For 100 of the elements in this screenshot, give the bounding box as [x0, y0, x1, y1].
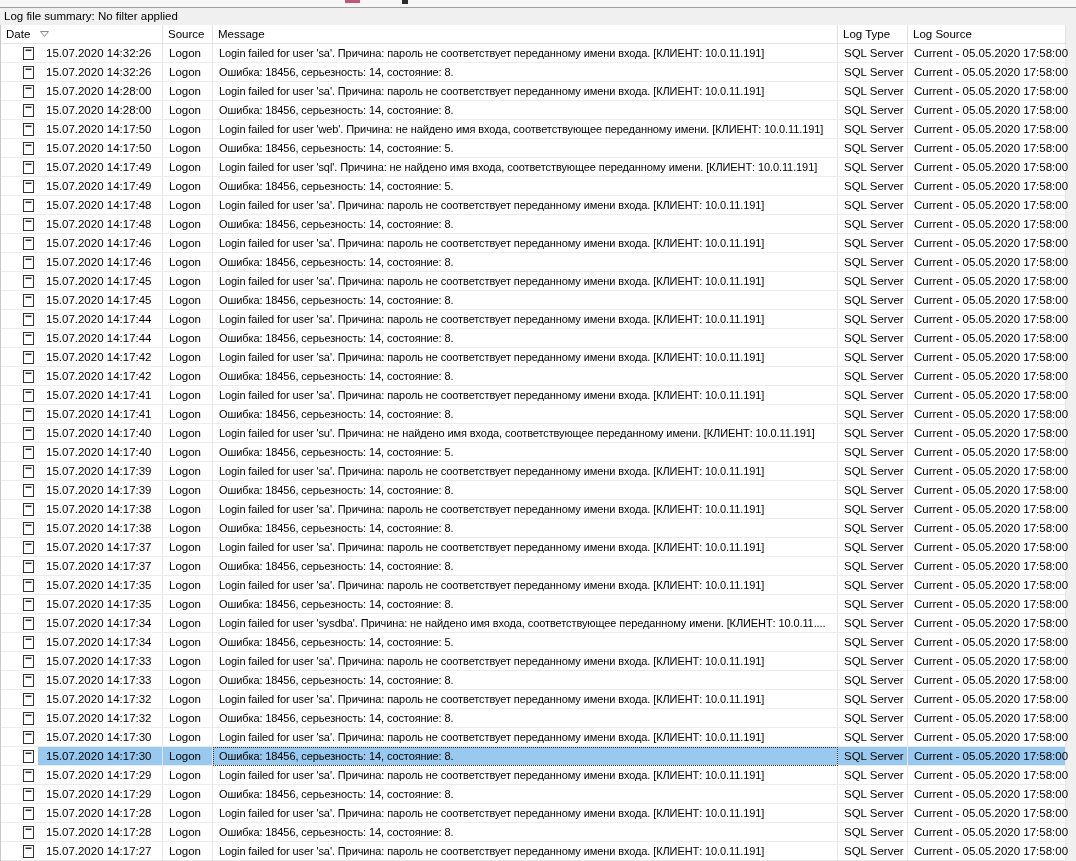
table-row[interactable]: 15.07.2020 14:17:37 Logon Login failed for user 'sa'. Причина: пароль не соответствует переданному имени входа. [КЛИЕНТ: 10.0.11.191] SQL Server Current - 05.05.2020 17:58:00 [1, 538, 1066, 557]
log-entry-icon [23, 84, 34, 98]
table-row[interactable]: 15.07.2020 14:17:39 Logon Login failed for user 'sa'. Причина: пароль не соответствует переданному имени входа. [КЛИЕНТ: 10.0.11.191] SQL Server Current - 05.05.2020 17:58:00 [1, 462, 1066, 481]
column-header[interactable]: Log Source [908, 25, 1066, 44]
table-cell: Logon [163, 614, 213, 633]
table-row[interactable]: 15.07.2020 14:17:38 Logon Login failed for user 'sa'. Причина: пароль не соответствует переданному имени входа. [КЛИЕНТ: 10.0.11.191] SQL Server Current - 05.05.2020 17:58:00 [1, 500, 1066, 519]
table-cell: Ошибка: 18456, серьезность: 14, состояние: 8. [213, 367, 838, 386]
table-cell: 15.07.2020 14:17:34 [38, 633, 163, 652]
table-row[interactable]: 15.07.2020 14:17:50 Logon Ошибка: 18456, серьезность: 14, состояние: 5. SQL Server Current - 05.05.2020 17:58:00 [1, 139, 1066, 158]
table-cell: Logon [163, 424, 213, 443]
table-row[interactable]: 15.07.2020 14:17:41 Logon Login failed for user 'sa'. Причина: пароль не соответствует переданному имени входа. [КЛИЕНТ: 10.0.11.191] SQL Server Current - 05.05.2020 17:58:00 [1, 386, 1066, 405]
table-cell: 15.07.2020 14:17:34 [38, 614, 163, 633]
table-cell: Ошибка: 18456, серьезность: 14, состояние: 8. [213, 405, 838, 424]
table-cell: SQL Server [838, 500, 908, 519]
table-row[interactable]: 15.07.2020 14:17:32 Logon Login failed for user 'sa'. Причина: пароль не соответствует переданному имени входа. [КЛИЕНТ: 10.0.11.191] SQL Server Current - 05.05.2020 17:58:00 [1, 690, 1066, 709]
table-cell: 15.07.2020 14:32:26 [38, 63, 163, 82]
table-cell: Current - 05.05.2020 17:58:00 [908, 614, 1066, 633]
table-cell: 15.07.2020 14:17:44 [38, 329, 163, 348]
table-row[interactable]: 15.07.2020 14:28:00 Logon Login failed for user 'sa'. Причина: пароль не соответствует переданному имени входа. [КЛИЕНТ: 10.0.11.191] SQL Server Current - 05.05.2020 17:58:00 [1, 82, 1066, 101]
table-row[interactable]: 15.07.2020 14:17:32 Logon Ошибка: 18456, серьезность: 14, состояние: 8. SQL Server Current - 05.05.2020 17:58:00 [1, 709, 1066, 728]
table-row[interactable]: 15.07.2020 14:17:45 Logon Login failed for user 'sa'. Причина: пароль не соответствует переданному имени входа. [КЛИЕНТ: 10.0.11.191] SQL Server Current - 05.05.2020 17:58:00 [1, 272, 1066, 291]
table-row[interactable]: 15.07.2020 14:17:27 Logon Login failed for user 'sa'. Причина: пароль не соответствует переданному имени входа. [КЛИЕНТ: 10.0.11.191] SQL Server Current - 05.05.2020 17:58:00 [1, 842, 1066, 861]
log-entry-icon [23, 293, 34, 307]
table-cell: Current - 05.05.2020 17:58:00 [908, 595, 1066, 614]
table-cell: Logon [163, 766, 213, 785]
table-row[interactable]: 15.07.2020 14:17:48 Logon Ошибка: 18456, серьезность: 14, состояние: 8. SQL Server Current - 05.05.2020 17:58:00 [1, 215, 1066, 234]
table-cell: Logon [163, 443, 213, 462]
table-row[interactable]: 15.07.2020 14:17:49 Logon Ошибка: 18456, серьезность: 14, состояние: 5. SQL Server Current - 05.05.2020 17:58:00 [1, 177, 1066, 196]
table-cell: 15.07.2020 14:17:41 [38, 405, 163, 424]
table-row[interactable]: 15.07.2020 14:17:33 Logon Login failed for user 'sa'. Причина: пароль не соответствует переданному имени входа. [КЛИЕНТ: 10.0.11.191] SQL Server Current - 05.05.2020 17:58:00 [1, 652, 1066, 671]
log-entry-icon [23, 103, 34, 117]
table-cell: Login failed for user 'sa'. Причина: пароль не соответствует переданному имени входа. [КЛИЕНТ: 10.0.11.191] [213, 196, 838, 215]
table-row[interactable]: 15.07.2020 14:17:37 Logon Ошибка: 18456, серьезность: 14, состояние: 8. SQL Server Current - 05.05.2020 17:58:00 [1, 557, 1066, 576]
table-row[interactable]: 15.07.2020 14:17:39 Logon Ошибка: 18456, серьезность: 14, состояние: 8. SQL Server Current - 05.05.2020 17:58:00 [1, 481, 1066, 500]
column-header[interactable]: Source [163, 25, 213, 44]
table-row[interactable]: 15.07.2020 14:17:48 Logon Login failed for user 'sa'. Причина: пароль не соответствует переданному имени входа. [КЛИЕНТ: 10.0.11.191] SQL Server Current - 05.05.2020 17:58:00 [1, 196, 1066, 215]
table-cell: SQL Server [838, 63, 908, 82]
table-cell: SQL Server [838, 481, 908, 500]
table-cell: SQL Server [838, 272, 908, 291]
table-row[interactable]: 15.07.2020 14:17:28 Logon Login failed for user 'sa'. Причина: пароль не соответствует переданному имени входа. [КЛИЕНТ: 10.0.11.191] SQL Server Current - 05.05.2020 17:58:00 [1, 804, 1066, 823]
table-row[interactable]: 15.07.2020 14:17:49 Logon Login failed for user 'sql'. Причина: не найдено имя входа, соответствующее переданному имени. [КЛИЕНТ: 10.0.11.191] SQL Server Current - 05.05.2020 17:58:00 [1, 158, 1066, 177]
table-cell: Login failed for user 'sa'. Причина: пароль не соответствует переданному имени входа. [КЛИЕНТ: 10.0.11.191] [213, 462, 838, 481]
log-entry-icon [23, 673, 34, 687]
table-cell: Logon [163, 82, 213, 101]
table-row[interactable]: 15.07.2020 14:17:28 Logon Ошибка: 18456, серьезность: 14, состояние: 8. SQL Server Current - 05.05.2020 17:58:00 [1, 823, 1066, 842]
table-row[interactable]: 15.07.2020 14:17:44 Logon Login failed for user 'sa'. Причина: пароль не соответствует переданному имени входа. [КЛИЕНТ: 10.0.11.191] SQL Server Current - 05.05.2020 17:58:00 [1, 310, 1066, 329]
log-entry-icon [23, 806, 34, 820]
table-row[interactable]: 15.07.2020 14:17:45 Logon Ошибка: 18456, серьезность: 14, состояние: 8. SQL Server Current - 05.05.2020 17:58:00 [1, 291, 1066, 310]
table-row[interactable]: 15.07.2020 14:17:40 Logon Ошибка: 18456, серьезность: 14, состояние: 5. SQL Server Current - 05.05.2020 17:58:00 [1, 443, 1066, 462]
column-header[interactable]: Message [213, 25, 838, 44]
table-cell: Login failed for user 'sa'. Причина: пароль не соответствует переданному имени входа. [КЛИЕНТ: 10.0.11.191] [213, 386, 838, 405]
table-cell: SQL Server [838, 690, 908, 709]
table-row[interactable]: 15.07.2020 14:17:35 Logon Ошибка: 18456, серьезность: 14, состояние: 8. SQL Server Current - 05.05.2020 17:58:00 [1, 595, 1066, 614]
table-cell: 15.07.2020 14:17:42 [38, 367, 163, 386]
table-row[interactable]: 15.07.2020 14:17:44 Logon Ошибка: 18456, серьезность: 14, состояние: 8. SQL Server Current - 05.05.2020 17:58:00 [1, 329, 1066, 348]
table-cell: Login failed for user 'su'. Причина: не найдено имя входа, соответствующее переданному имени. [КЛИЕНТ: 10.0.11.191] [213, 424, 838, 443]
log-entry-icon [23, 825, 34, 839]
log-entry-icon [23, 521, 34, 535]
table-row[interactable]: 15.07.2020 14:17:35 Logon Login failed for user 'sa'. Причина: пароль не соответствует переданному имени входа. [КЛИЕНТ: 10.0.11.191] SQL Server Current - 05.05.2020 17:58:00 [1, 576, 1066, 595]
table-cell: Logon [163, 177, 213, 196]
table-cell: 15.07.2020 14:17:49 [38, 177, 163, 196]
table-row[interactable]: 15.07.2020 14:17:29 Logon Ошибка: 18456, серьезность: 14, состояние: 8. SQL Server Current - 05.05.2020 17:58:00 [1, 785, 1066, 804]
log-entry-icon [23, 578, 34, 592]
table-row[interactable]: 15.07.2020 14:17:46 Logon Login failed for user 'sa'. Причина: пароль не соответствует переданному имени входа. [КЛИЕНТ: 10.0.11.191] SQL Server Current - 05.05.2020 17:58:00 [1, 234, 1066, 253]
table-row[interactable]: 15.07.2020 14:17:33 Logon Ошибка: 18456, серьезность: 14, состояние: 8. SQL Server Current - 05.05.2020 17:58:00 [1, 671, 1066, 690]
table-cell: Logon [163, 481, 213, 500]
table-cell: 15.07.2020 14:17:29 [38, 766, 163, 785]
table-cell: Current - 05.05.2020 17:58:00 [908, 538, 1066, 557]
table-row[interactable]: 15.07.2020 14:17:50 Logon Login failed for user 'web'. Причина: не найдено имя входа, соответствующее переданному имени. [КЛИЕНТ: 10.0.11.191] SQL Server Current - 05.05.2020 17:58:00 [1, 120, 1066, 139]
table-row[interactable]: 15.07.2020 14:32:26 Logon Ошибка: 18456, серьезность: 14, состояние: 8. SQL Server Current - 05.05.2020 17:58:00 [1, 63, 1066, 82]
table-row[interactable]: 15.07.2020 14:17:38 Logon Ошибка: 18456, серьезность: 14, состояние: 8. SQL Server Current - 05.05.2020 17:58:00 [1, 519, 1066, 538]
table-cell: Current - 05.05.2020 17:58:00 [908, 766, 1066, 785]
table-row[interactable]: 15.07.2020 14:17:42 Logon Login failed for user 'sa'. Причина: пароль не соответствует переданному имени входа. [КЛИЕНТ: 10.0.11.191] SQL Server Current - 05.05.2020 17:58:00 [1, 348, 1066, 367]
table-cell: Logon [163, 652, 213, 671]
table-row[interactable]: 15.07.2020 14:17:34 Logon Login failed for user 'sysdba'. Причина: не найдено имя входа, соответствующее переданному имени. [КЛИЕНТ: 10.0.11.... SQL Server Current - 05.05.2020 17:58:00 [1, 614, 1066, 633]
table-row[interactable]: 15.07.2020 14:17:41 Logon Ошибка: 18456, серьезность: 14, состояние: 8. SQL Server Current - 05.05.2020 17:58:00 [1, 405, 1066, 424]
table-row[interactable]: 15.07.2020 14:17:34 Logon Ошибка: 18456, серьезность: 14, состояние: 5. SQL Server Current - 05.05.2020 17:58:00 [1, 633, 1066, 652]
table-row[interactable]: 15.07.2020 14:17:42 Logon Ошибка: 18456, серьезность: 14, состояние: 8. SQL Server Current - 05.05.2020 17:58:00 [1, 367, 1066, 386]
table-row[interactable]: 15.07.2020 14:17:30 Logon Ошибка: 18456, серьезность: 14, состояние: 8. SQL Server Current - 05.05.2020 17:58:00 [1, 747, 1066, 766]
table-cell: Logon [163, 120, 213, 139]
table-row[interactable]: 15.07.2020 14:32:26 Logon Login failed for user 'sa'. Причина: пароль не соответствует переданному имени входа. [КЛИЕНТ: 10.0.11.191] SQL Server Current - 05.05.2020 17:58:00 [1, 44, 1066, 63]
table-row[interactable]: 15.07.2020 14:17:40 Logon Login failed for user 'su'. Причина: не найдено имя входа, соответствующее переданному имени. [КЛИЕНТ: 10.0.11.191] SQL Server Current - 05.05.2020 17:58:00 [1, 424, 1066, 443]
log-entry-icon [23, 198, 34, 212]
column-header[interactable]: Log Type [838, 25, 908, 44]
table-cell: Current - 05.05.2020 17:58:00 [908, 196, 1066, 215]
table-cell: Ошибка: 18456, серьезность: 14, состояние: 8. [213, 519, 838, 538]
table-cell: Current - 05.05.2020 17:58:00 [908, 690, 1066, 709]
table-cell: Current - 05.05.2020 17:58:00 [908, 823, 1066, 842]
table-cell: 15.07.2020 14:17:37 [38, 538, 163, 557]
table-cell: SQL Server [838, 804, 908, 823]
table-row[interactable]: 15.07.2020 14:17:29 Logon Login failed for user 'sa'. Причина: пароль не соответствует переданному имени входа. [КЛИЕНТ: 10.0.11.191] SQL Server Current - 05.05.2020 17:58:00 [1, 766, 1066, 785]
table-cell: SQL Server [838, 671, 908, 690]
table-cell: SQL Server [838, 652, 908, 671]
table-cell: Ошибка: 18456, серьезность: 14, состояние: 8. [213, 253, 838, 272]
table-row[interactable]: 15.07.2020 14:17:46 Logon Ошибка: 18456, серьезность: 14, состояние: 8. SQL Server Current - 05.05.2020 17:58:00 [1, 253, 1066, 272]
table-cell: Logon [163, 405, 213, 424]
table-cell: Current - 05.05.2020 17:58:00 [908, 291, 1066, 310]
table-cell: Login failed for user 'sql'. Причина: не найдено имя входа, соответствующее переданному имени. [КЛИЕНТ: 10.0.11.191] [213, 158, 838, 177]
table-row[interactable]: 15.07.2020 14:28:00 Logon Ошибка: 18456, серьезность: 14, состояние: 8. SQL Server Current - 05.05.2020 17:58:00 [1, 101, 1066, 120]
column-header[interactable]: Date [1, 25, 163, 44]
